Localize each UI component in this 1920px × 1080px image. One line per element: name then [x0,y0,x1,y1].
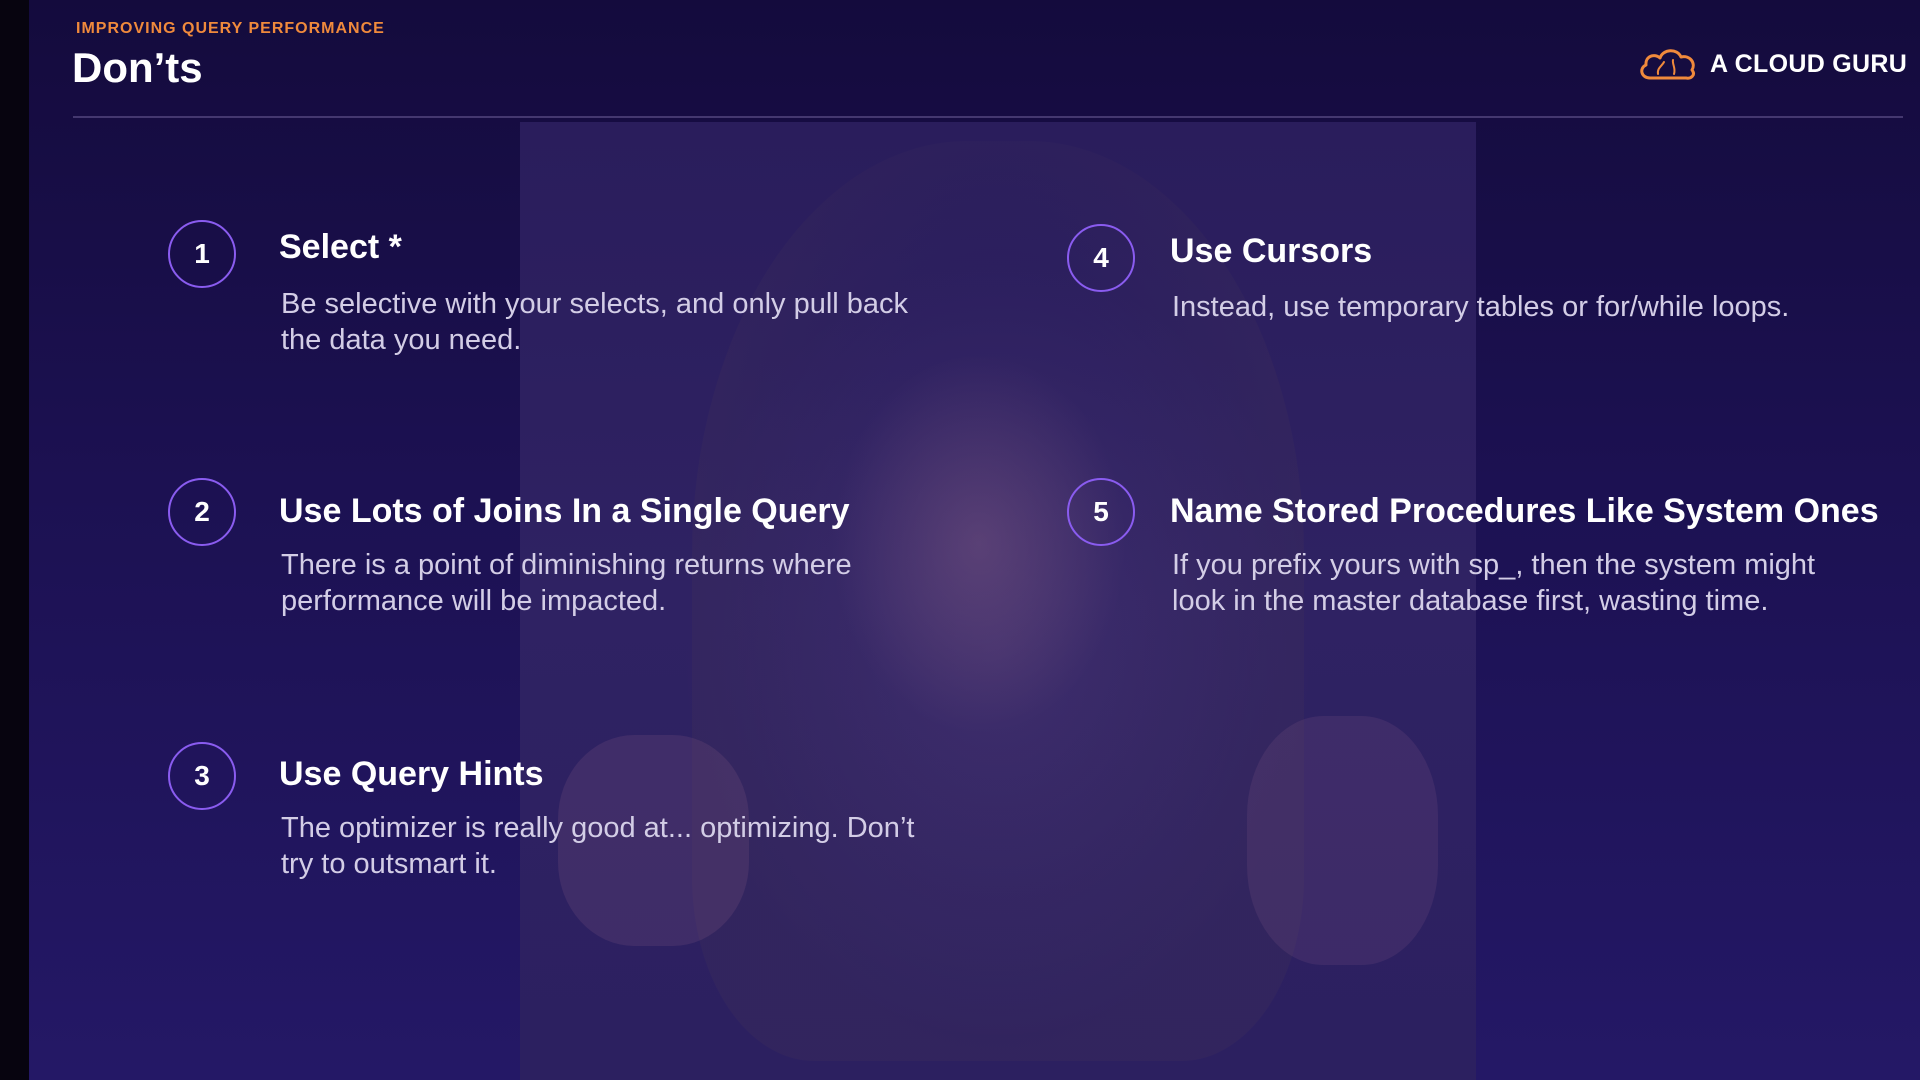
item-heading: Use Cursors [1170,232,1373,270]
item-description: The optimizer is really good at... optim… [281,812,915,880]
brand-logo: A CLOUD GURU [1636,44,1907,84]
photo-hand-right [1246,715,1438,966]
item-description: There is a point of diminishing returns … [281,549,852,617]
number-badge: 4 [1067,224,1135,292]
number-badge: 2 [168,478,236,546]
item-description: If you prefix yours with sp_, then the s… [1172,549,1816,617]
brand-name: A CLOUD GURU [1710,49,1908,78]
item-heading: Use Query Hints [279,755,544,793]
left-edge-strip [0,0,29,1080]
item-description: Instead, use temporary tables or for/whi… [1172,291,1790,323]
item-heading: Use Lots of Joins In a Single Query [279,492,850,530]
number-badge: 5 [1067,478,1135,546]
item-heading: Name Stored Procedures Like System Ones [1170,492,1879,530]
slide: IMPROVING QUERY PERFORMANCE Don’ts A CLO… [0,0,1920,1080]
cloud-logo-icon [1636,44,1698,84]
item-description: Be selective with your selects, and only… [281,288,909,356]
header-divider [73,116,1903,118]
number-badge: 3 [168,742,236,810]
page-title: Don’ts [72,44,203,91]
item-heading: Select * [279,228,402,266]
section-eyebrow: IMPROVING QUERY PERFORMANCE [76,20,385,37]
number-badge: 1 [168,220,236,288]
